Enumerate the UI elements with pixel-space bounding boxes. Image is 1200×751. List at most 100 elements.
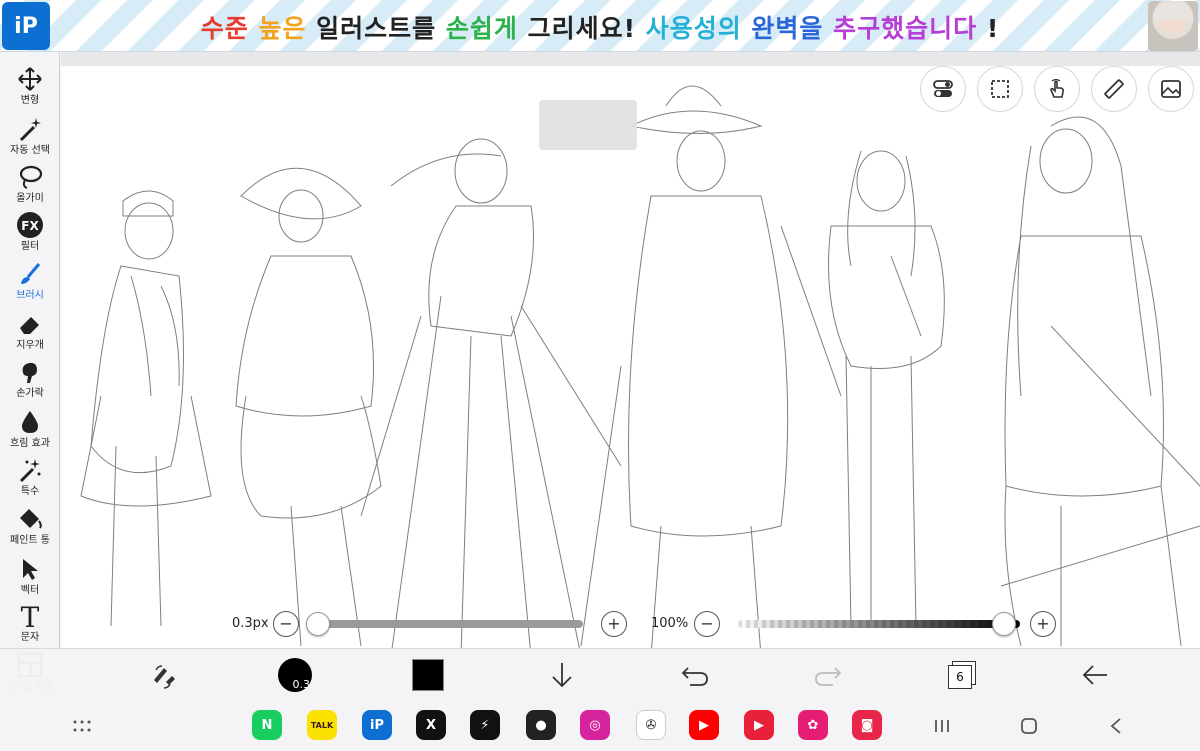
brush-size-slider-track[interactable] — [318, 620, 583, 628]
brush-eraser-swap-icon — [154, 665, 175, 689]
opacity-slider-track[interactable] — [738, 620, 1020, 628]
sketch-figure-6 — [1000, 116, 1200, 647]
primary-color-swatch — [412, 659, 444, 691]
banner-segment: 손쉽게 — [445, 14, 528, 43]
nav-back-button[interactable] — [1102, 712, 1130, 740]
kakaotalk-app-icon[interactable]: TALK — [307, 710, 337, 740]
touch-gesture-button[interactable] — [1034, 66, 1080, 112]
system-nav-bar: N TALK iP X ⚡ ● ◎ ✇ ▶ ▶ ✿ ◙ — [0, 700, 1200, 751]
smudge-icon — [15, 357, 45, 387]
ibispaint-app: iP 수준 높은 일러스트를 손쉽게 그리세요! 사용성의 완벽을 추구했습니다… — [0, 0, 1200, 751]
instagram-app-icon[interactable]: ◎ — [580, 710, 610, 740]
brush-size-preview-button[interactable]: 0.3 — [275, 657, 315, 693]
recents-icon — [935, 720, 949, 732]
layers-icon: 6 — [948, 661, 976, 689]
flower-app-icon[interactable]: ✿ — [798, 710, 828, 740]
eraser-icon — [15, 309, 45, 339]
tool-special-sparkle[interactable]: 특수 — [0, 455, 60, 505]
paint-bucket-icon — [15, 504, 45, 534]
drawing-canvas[interactable] — [61, 66, 1200, 648]
tool-label: 흐림 효과 — [10, 438, 50, 449]
redo-icon — [815, 667, 842, 686]
tool-label: 변형 — [20, 95, 40, 106]
ibispaint-app-icon[interactable]: iP — [362, 710, 392, 740]
ghost-selection-box — [539, 100, 637, 150]
home-icon — [1021, 718, 1037, 734]
ruler-button[interactable] — [1091, 66, 1137, 112]
tool-eraser[interactable]: 지우개 — [0, 309, 60, 359]
brush-size-label: 0.3px — [232, 616, 269, 631]
banner-segment: 추구했습니다 — [833, 14, 987, 43]
tool-magic-wand[interactable]: 자동 선택 — [0, 114, 60, 164]
brush-size-minus-button[interactable]: − — [273, 611, 299, 637]
brush-eraser-swap-button[interactable] — [143, 657, 183, 693]
home-button[interactable] — [1015, 712, 1043, 740]
plus-icon: + — [607, 614, 621, 633]
selection-button[interactable] — [977, 66, 1023, 112]
youtube-app-icon[interactable]: ▶ — [689, 710, 719, 740]
brush-size-slider-knob[interactable] — [306, 612, 330, 636]
tool-move[interactable]: 변형 — [0, 64, 60, 114]
naver-app-icon[interactable]: N — [252, 710, 282, 740]
tool-smudge[interactable]: 손가락 — [0, 357, 60, 407]
sketch-figure-2 — [235, 167, 382, 647]
opacity-slider-knob[interactable] — [992, 612, 1016, 636]
opacity-plus-button[interactable]: + — [1030, 611, 1056, 637]
arrow-down-icon — [552, 663, 572, 688]
minus-icon: − — [700, 614, 714, 633]
sketch-figure-1 — [80, 190, 212, 627]
color-picker-button[interactable] — [408, 657, 448, 693]
magic-wand-icon — [15, 114, 45, 144]
undo-button[interactable] — [675, 657, 715, 693]
video-player-app-icon[interactable]: ▶ — [744, 710, 774, 740]
plus-icon: + — [1036, 614, 1050, 633]
dock-app-glyph: ✿ — [807, 717, 819, 733]
vector-arrow-icon — [15, 554, 45, 584]
reference-image-button[interactable] — [1148, 66, 1194, 112]
brush-size-plus-button[interactable]: + — [601, 611, 627, 637]
hand-touch-icon — [1050, 78, 1065, 98]
bolt-app-icon[interactable]: ⚡ — [470, 710, 500, 740]
banner-segment: 높은 — [258, 14, 317, 43]
tool-text[interactable]: T 문자 — [0, 601, 60, 651]
sketch-artwork — [80, 85, 1200, 648]
dock-app-glyph: ⚡ — [480, 717, 490, 733]
ad-banner[interactable]: iP 수준 높은 일러스트를 손쉽게 그리세요! 사용성의 완벽을 추구했습니다… — [0, 0, 1200, 52]
download-arrow-button[interactable] — [542, 657, 582, 693]
banner-segment: 사용성의 — [645, 14, 752, 43]
fx-icon: FX — [15, 210, 45, 240]
dock-app-glyph: TALK — [310, 720, 334, 730]
tool-label: 특수 — [20, 486, 40, 497]
opacity-label: 100% — [651, 616, 689, 631]
tool-lasso[interactable]: 올가미 — [0, 162, 60, 212]
tool-blur-drop[interactable]: 흐림 효과 — [0, 407, 60, 457]
opacity-minus-button[interactable]: − — [694, 611, 720, 637]
svg-text:FX: FX — [21, 219, 39, 233]
dock-app-glyph: X — [425, 717, 437, 733]
recent-apps-button[interactable] — [928, 712, 956, 740]
settings-toggle-button[interactable] — [920, 66, 966, 112]
redo-button[interactable] — [808, 657, 848, 693]
tool-vector-arrow[interactable]: 벡터 — [0, 554, 60, 604]
app-drawer-button[interactable] — [68, 712, 96, 740]
grid-dots-icon — [73, 720, 91, 732]
bottom-toolbar: 0.3 6 — [0, 648, 1200, 700]
dock-app-glyph: N — [261, 717, 273, 733]
camera-app-icon[interactable]: ◙ — [852, 710, 882, 740]
sketch-figure-4 — [580, 85, 842, 648]
tool-label: 벡터 — [20, 585, 40, 596]
back-button[interactable] — [1075, 657, 1115, 693]
x-app-icon[interactable]: X — [416, 710, 446, 740]
dashed-selection-icon — [991, 80, 1009, 98]
tool-paint-bucket[interactable]: 페인트 통 — [0, 504, 60, 554]
tool-label: 손가락 — [16, 388, 44, 399]
left-toolbar: 변형자동 선택 올가미 FX 필터브러시 지우개손가락흐림 효과특수페인트 통벡터 T 문자… — [0, 52, 60, 700]
radar-app-icon[interactable]: ✇ — [636, 710, 666, 740]
toggle-icon — [933, 80, 953, 97]
panda-app-icon[interactable]: ● — [526, 710, 556, 740]
tool-brush[interactable]: 브러시 — [0, 259, 60, 309]
layers-button[interactable]: 6 — [942, 657, 982, 693]
dock-app-glyph: ▶ — [699, 717, 709, 733]
tool-fx[interactable]: FX 필터 — [0, 210, 60, 260]
tool-label: 필터 — [20, 241, 40, 252]
